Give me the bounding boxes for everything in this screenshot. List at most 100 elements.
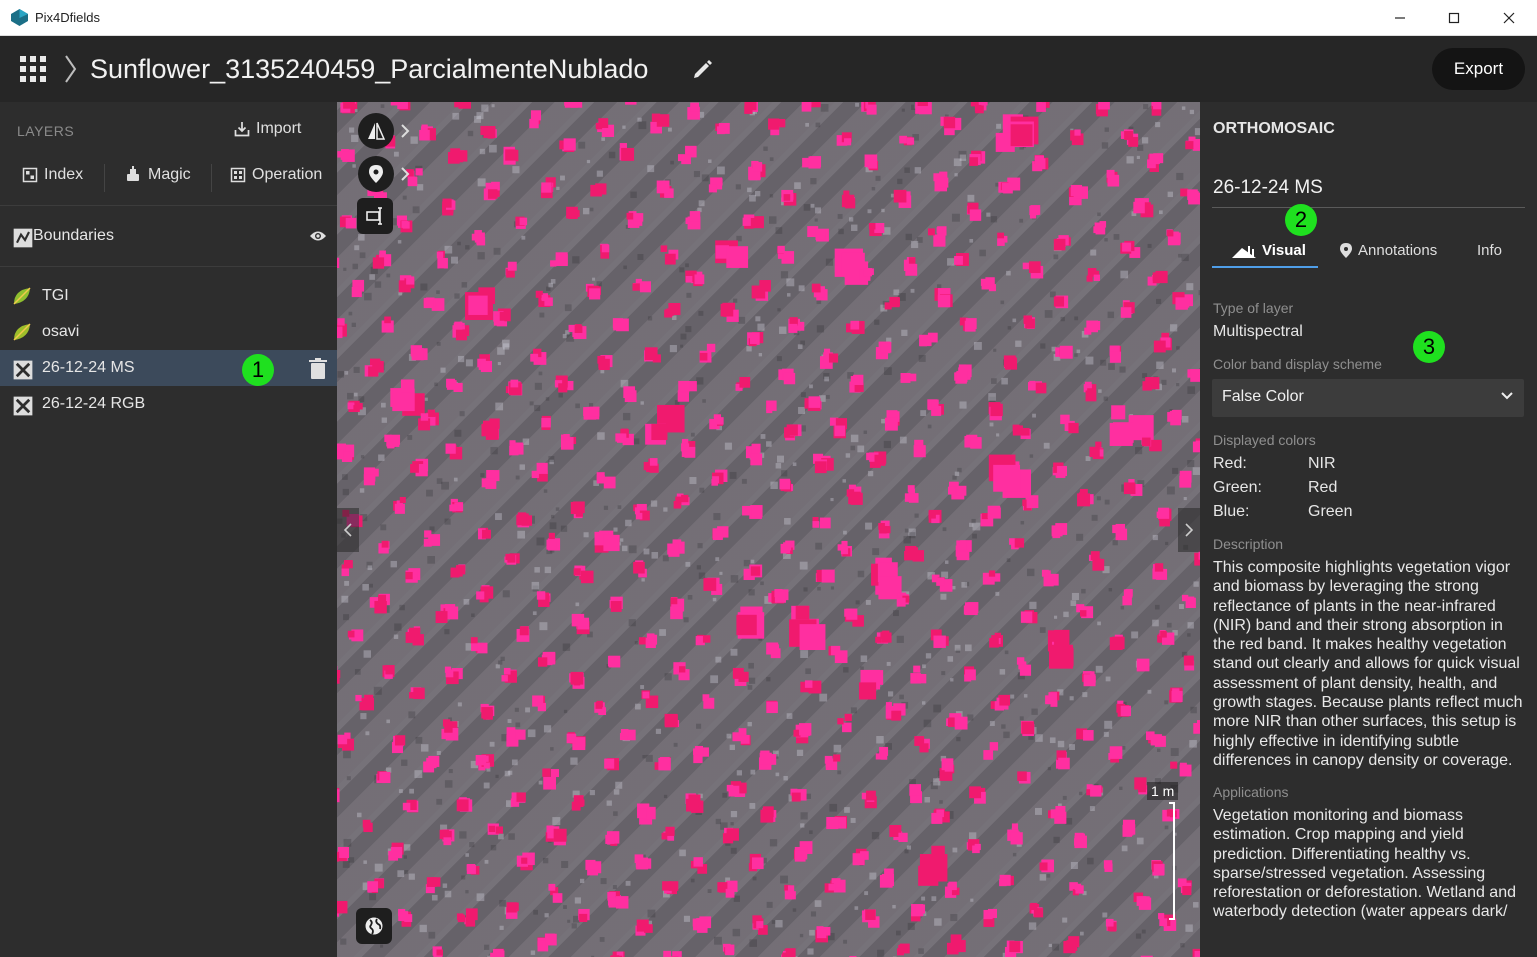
- color-channel-value: NIR: [1308, 455, 1336, 472]
- visual-chart-icon: [1232, 245, 1256, 258]
- location-pin-button[interactable]: [358, 156, 394, 192]
- annotation-badge-2: 2: [1285, 204, 1317, 236]
- operation-label: Operation: [252, 166, 323, 183]
- pix4d-logo-icon: [11, 9, 28, 26]
- chevron-right-icon[interactable]: [400, 124, 410, 138]
- layer-item-26-12-24-ms[interactable]: 26-12-24 MS: [0, 350, 337, 386]
- operation-icon: [230, 167, 246, 183]
- layers-heading: LAYERS: [17, 123, 75, 139]
- maximize-icon: [1448, 12, 1460, 24]
- text-line: (NIR) band and their strong absorption i…: [1213, 616, 1503, 634]
- color-scheme-value: False Color: [1222, 388, 1304, 405]
- measure-icon: [366, 207, 382, 225]
- eye-visibility-icon[interactable]: [309, 230, 327, 242]
- plant-pattern: [337, 102, 1200, 957]
- split-view-button[interactable]: [358, 113, 394, 149]
- minimize-button[interactable]: [1372, 0, 1428, 36]
- window-title: Pix4Dfields: [35, 10, 101, 25]
- color-channel-name: Green:: [1213, 479, 1262, 496]
- chevron-right-icon: [1185, 523, 1193, 537]
- text-line: reflectance of plants in the near-infrar…: [1213, 597, 1496, 615]
- tab-visual-label: Visual: [1262, 242, 1306, 259]
- minimize-icon: [1395, 17, 1405, 19]
- map-view[interactable]: 1 m: [337, 102, 1200, 957]
- type-of-layer-label: Type of layer: [1213, 300, 1294, 316]
- edit-pencil-icon[interactable]: [692, 58, 714, 80]
- text-line: assessment of plant density, health, and: [1213, 674, 1498, 692]
- tab-annotations-label: Annotations: [1358, 242, 1438, 259]
- index-icon: [22, 167, 38, 183]
- layer-item-osavi[interactable]: osavi: [0, 314, 337, 350]
- magic-label: Magic: [148, 166, 191, 183]
- collapse-left-panel-button[interactable]: [337, 508, 359, 552]
- import-button[interactable]: Import: [234, 120, 301, 138]
- chevron-right-icon[interactable]: [400, 167, 410, 181]
- layer-name: TGI: [42, 287, 69, 304]
- text-line: Vegetation monitoring and biomass: [1213, 807, 1463, 824]
- measure-tool-button[interactable]: [357, 198, 393, 234]
- color-channel-value: Green: [1308, 503, 1353, 520]
- tab-visual[interactable]: Visual: [1232, 242, 1306, 259]
- color-channel-value: Red: [1308, 479, 1338, 496]
- color-channel-name: Red:: [1213, 455, 1247, 472]
- text-line: reforestation or deforestation. Wetland …: [1213, 884, 1516, 902]
- scale-label: 1 m: [1147, 782, 1179, 800]
- layer-name: 26-12-24 RGB: [42, 395, 146, 412]
- trash-icon[interactable]: [309, 358, 327, 379]
- operation-button[interactable]: Operation: [230, 166, 322, 184]
- close-icon: [1503, 12, 1515, 24]
- applications-label: Applications: [1213, 784, 1289, 800]
- applications-text: Vegetation monitoring and biomass estimat…: [1213, 806, 1526, 921]
- location-pin-icon: [369, 165, 383, 183]
- color-scheme-label: Color band display scheme: [1213, 356, 1382, 372]
- layer-tools-row: Index Magic Operation: [0, 154, 337, 200]
- tab-info[interactable]: Info: [1477, 242, 1502, 259]
- selected-layer-name[interactable]: 26-12-24 MS: [1213, 177, 1323, 199]
- text-line: This composite highlights vegetation vig…: [1213, 559, 1511, 576]
- layer-item-26-12-24-rgb[interactable]: 26-12-24 RGB: [0, 386, 337, 422]
- project-title: Sunflower_3135240459_ParcialmenteNublado: [90, 54, 649, 84]
- index-button[interactable]: Index: [22, 166, 83, 184]
- text-line: highly effective in identifying subtle: [1213, 732, 1460, 750]
- export-button[interactable]: Export: [1432, 48, 1525, 90]
- annotation-badge-3: 3: [1413, 331, 1445, 363]
- magic-button[interactable]: Magic: [124, 166, 191, 184]
- leaf-icon: [13, 323, 31, 341]
- text-line: differences in canopy density or coverag…: [1213, 751, 1513, 769]
- apps-grid-icon[interactable]: [20, 56, 46, 82]
- globe-icon: [365, 917, 383, 935]
- collapse-right-panel-button[interactable]: [1178, 508, 1200, 552]
- orthomosaic-icon: [13, 360, 33, 380]
- boundaries-layer[interactable]: Boundaries: [0, 218, 337, 254]
- basemap-button[interactable]: [356, 908, 392, 944]
- chevron-down-icon: [1501, 392, 1513, 400]
- orthomosaic-icon: [13, 396, 33, 416]
- text-line: prediction. Differentiating healthy vs.: [1213, 845, 1471, 863]
- annotation-badge-1: 1: [242, 354, 274, 386]
- text-line: growth stages. Because plants reflect mu…: [1213, 694, 1523, 712]
- tab-annotations[interactable]: Annotations: [1340, 242, 1437, 259]
- description-text: This composite highlights vegetation vig…: [1213, 558, 1526, 770]
- layer-item-tgi[interactable]: TGI: [0, 278, 337, 314]
- layer-name: 26-12-24 MS: [42, 359, 135, 376]
- text-line: and biomass by leveraging the strong: [1213, 578, 1479, 596]
- layer-name: osavi: [42, 323, 80, 340]
- type-of-layer-value: Multispectral: [1213, 323, 1303, 340]
- leaf-icon: [13, 287, 31, 305]
- import-label: Import: [256, 120, 302, 137]
- close-window-button[interactable]: [1481, 0, 1537, 36]
- chevron-left-icon: [344, 523, 352, 537]
- description-label: Description: [1213, 536, 1284, 552]
- text-line: stand out clearly and allows for quick v…: [1213, 655, 1520, 673]
- text-line: estimation. Crop mapping and yield: [1213, 826, 1464, 844]
- maximize-button[interactable]: [1426, 0, 1482, 36]
- color-scheme-dropdown[interactable]: False Color: [1212, 379, 1524, 417]
- magic-wand-icon: [127, 166, 139, 181]
- text-line: more NIR than other surfaces, this setup…: [1213, 713, 1517, 731]
- import-icon: [234, 122, 250, 137]
- layers-panel: LAYERS Import Index Magic Operation Boun…: [0, 102, 337, 957]
- text-line: sparse/stressed vegetation. Assessing: [1213, 864, 1486, 882]
- tab-info-label: Info: [1477, 242, 1503, 259]
- app-window: Pix4Dfields Sunflower_3135240459_Parcial…: [0, 0, 1537, 957]
- scale-bar: [1169, 802, 1175, 920]
